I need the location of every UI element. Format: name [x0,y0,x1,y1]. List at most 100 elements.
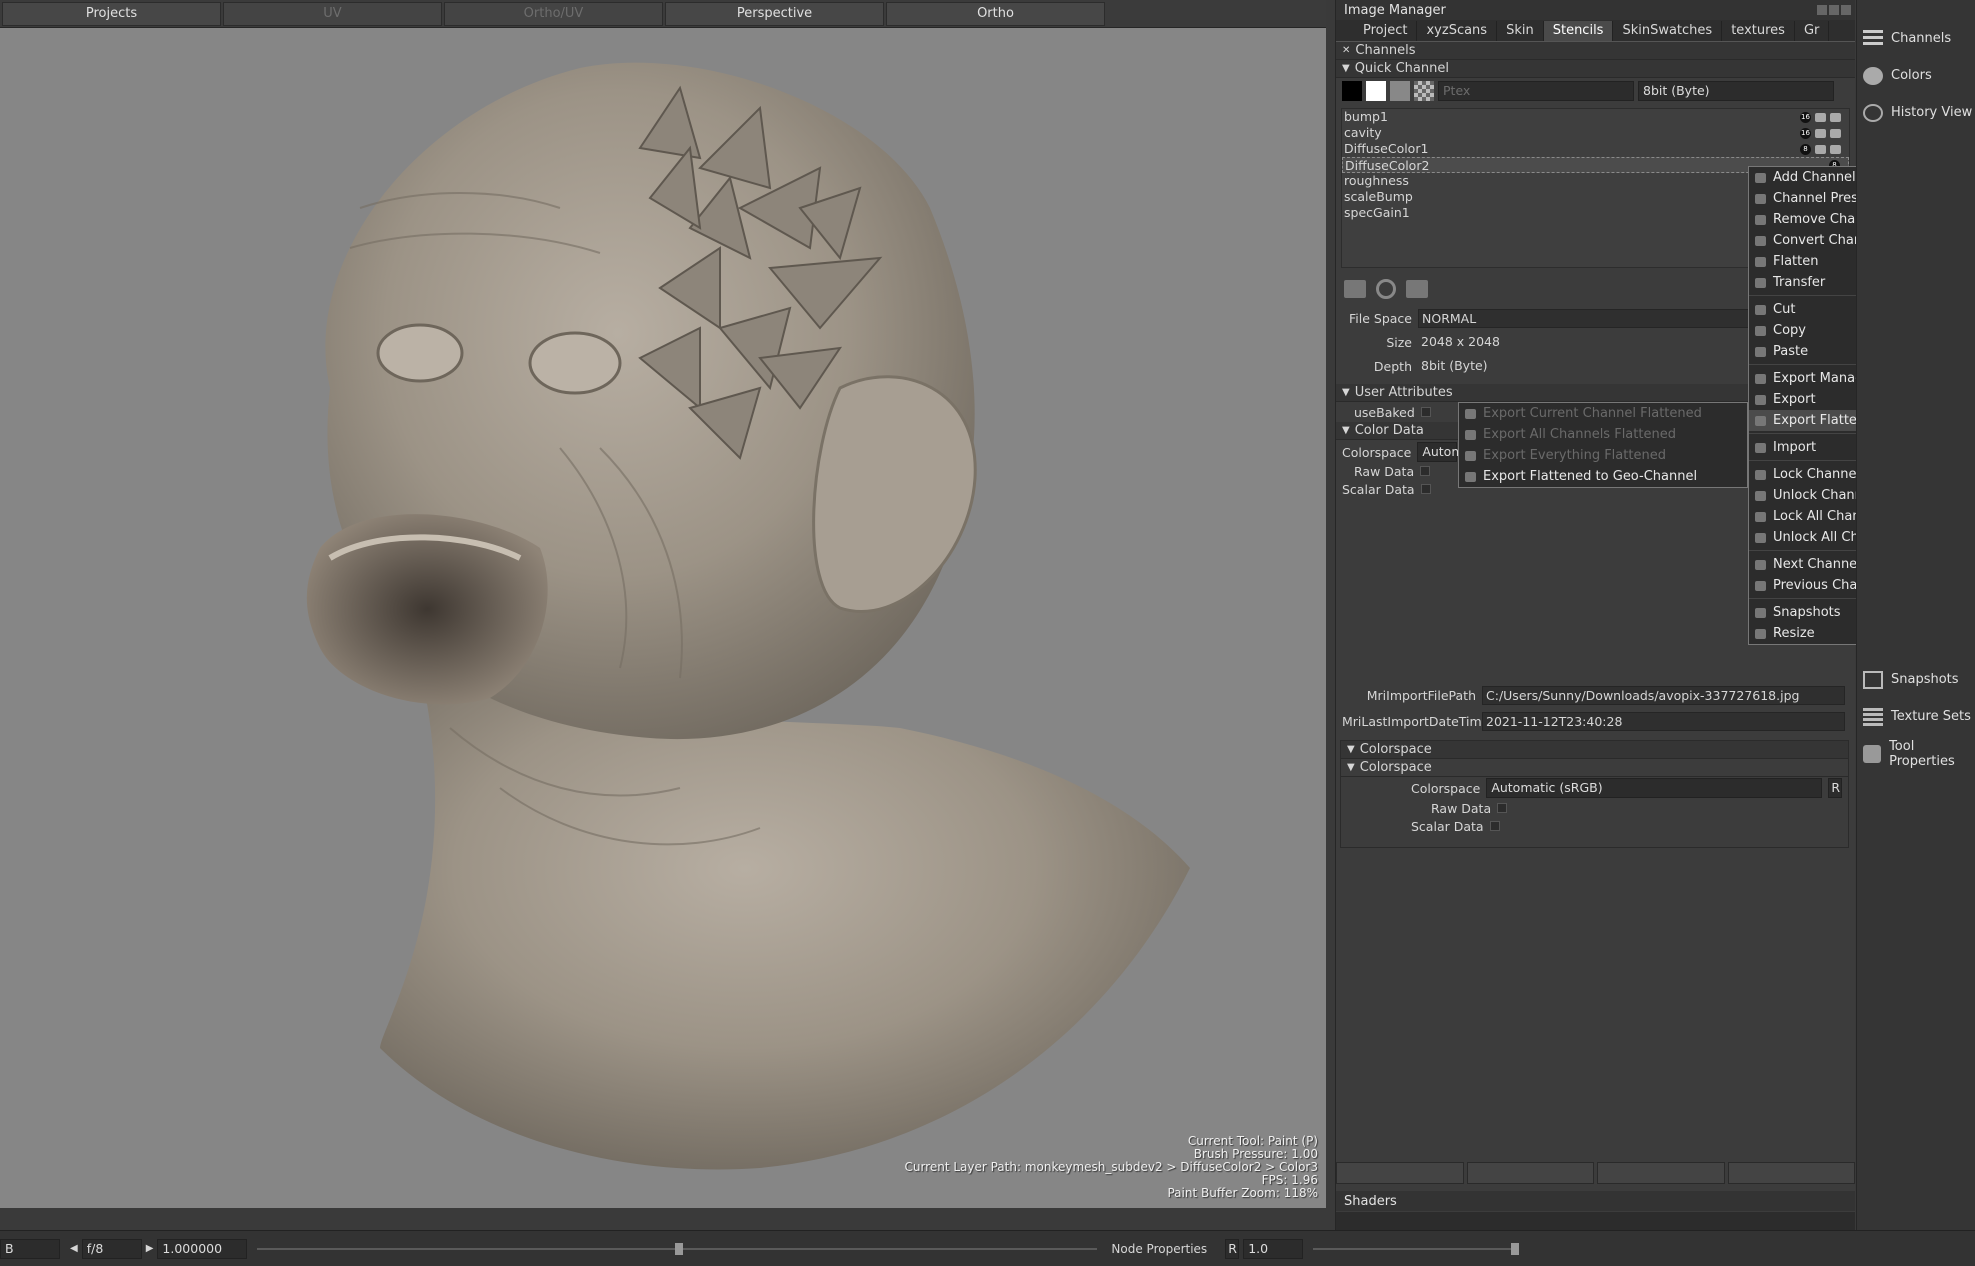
3d-viewport[interactable]: Current Tool: Paint (P) Brush Pressure: … [0,28,1326,1208]
tab-projects[interactable]: Projects [2,1,221,26]
hud-layer-path: Current Layer Path: monkeymesh_subdev2 >… [904,1160,1318,1174]
resize-icon [1755,629,1766,639]
scalar-data-checkbox[interactable] [1420,484,1431,494]
tab-project[interactable]: Project [1354,21,1418,41]
shelf-channels[interactable]: Channels [1857,20,1975,57]
swatch-grey[interactable] [1390,81,1410,101]
node-properties-label: Node Properties [1111,1241,1208,1256]
close-icon[interactable] [1841,5,1851,15]
refresh-image-button[interactable] [1597,1162,1725,1184]
tab-perspective[interactable]: Perspective [665,1,884,26]
raw-data-checkbox-2[interactable] [1497,803,1508,813]
shelf-tool-properties[interactable]: Tool Properties [1857,735,1975,772]
tab-skinswatches[interactable]: SkinSwatches [1613,21,1723,41]
mri-time-field[interactable]: 2021-11-12T23:40:28 [1482,711,1845,731]
creature-bust-render [306,62,1190,1170]
import-icon [1755,443,1766,453]
image-manager-tabs: Project xyzScans Skin Stencils SkinSwatc… [1336,20,1855,42]
lock-icon [1830,112,1841,122]
raw-data-checkbox[interactable] [1420,466,1431,476]
prev-icon[interactable]: ◀ [70,1243,78,1254]
gamma-reset-button[interactable]: R [1225,1238,1240,1259]
tab-uv[interactable]: UV [223,1,442,26]
lock-all-channels-icon [1755,512,1766,522]
convert-channel-icon [1755,236,1766,246]
swatch-checker[interactable] [1414,81,1434,101]
depth-select[interactable]: 8bit (Byte) [1638,81,1834,101]
tab-textures[interactable]: textures [1722,21,1795,41]
add-channel-icon [1755,173,1766,183]
colorspace-select-short[interactable]: Automa [1417,442,1471,462]
export-manager-icon [1755,374,1766,384]
colorspace-sub-header[interactable]: ▼ Colorspace [1341,759,1848,777]
submenu-item-export-all-channels-flattened: Export All Channels Flattened [1459,424,1747,445]
lock-channel-icon [1755,470,1766,480]
history-icon [1863,103,1883,122]
channel-presets-icon [1755,194,1766,204]
float-icon[interactable] [1829,5,1839,15]
submenu-item-export-everything-flattened: Export Everything Flattened [1459,445,1747,466]
use-baked-checkbox[interactable] [1420,407,1431,417]
submenu-item-export-current-channel-flattened: Export Current Channel Flattened [1459,403,1747,424]
right-shelf: Channels Colors History View Snapshots T… [1856,0,1975,1230]
tool-properties-icon [1863,744,1882,763]
convert-channel-icon[interactable] [1376,279,1396,299]
viewport-tabs: Projects UV Ortho/UV Perspective Ortho [0,0,1326,28]
exposure-field[interactable]: 1.000000 [157,1238,248,1259]
shelf-texture-sets[interactable]: Texture Sets [1857,698,1975,735]
tab-skin[interactable]: Skin [1497,21,1544,41]
export-icon [1465,409,1476,419]
texture-sets-icon [1863,707,1883,726]
list-item[interactable]: cavity 16 [1342,125,1849,141]
scalar-data-checkbox-2[interactable] [1489,821,1500,831]
next-channel-icon [1755,560,1766,570]
mri-path-field[interactable]: C:/Users/Sunny/Downloads/avopix-33772761… [1482,685,1845,705]
exposure-slider[interactable] [257,1242,1098,1255]
viewport-hud: Current Tool: Paint (P) Brush Pressure: … [904,1135,1318,1200]
add-channel-icon[interactable] [1344,280,1366,298]
previous-channel-icon [1755,581,1766,591]
lock-icon [1830,144,1841,154]
tab-gr[interactable]: Gr [1795,21,1830,41]
tab-xyzscans[interactable]: xyzScans [1417,21,1498,41]
snapshots-icon [1755,608,1766,618]
close-box-icon[interactable]: ✕ [1342,45,1350,56]
image-manager-button-bar [1336,1162,1855,1184]
channel-icon [1815,144,1826,154]
fstop-field[interactable]: f/8 [81,1238,142,1259]
tab-ortho[interactable]: Ortho [886,1,1105,26]
swatch-white[interactable] [1366,81,1386,101]
quick-channel-header[interactable]: ▼ Quick Channel [1336,60,1855,78]
gamma-field[interactable]: 1.0 [1243,1238,1304,1259]
shelf-colors[interactable]: Colors [1857,57,1975,94]
help-icon[interactable] [1817,5,1827,15]
tab-stencils[interactable]: Stencils [1543,21,1614,41]
shaders-titlebar[interactable]: Shaders [1336,1191,1855,1211]
import-image-button[interactable] [1336,1162,1464,1184]
list-item[interactable]: DiffuseColor1 8 [1342,141,1849,157]
remove-channel-icon[interactable] [1406,280,1428,298]
channels-icon [1863,29,1883,48]
channel-icon [1815,128,1826,138]
new-image-button[interactable] [1466,1162,1594,1184]
gamma-slider[interactable] [1313,1242,1520,1255]
colorspace-section-header[interactable]: ▼ Colorspace [1341,741,1848,759]
next-icon[interactable]: ▶ [146,1243,154,1254]
hud-zoom: Paint Buffer Zoom: 118% [1167,1186,1318,1200]
shelf-snapshots[interactable]: Snapshots [1857,661,1975,698]
shelf-history-view[interactable]: History View [1857,94,1975,131]
reset-button[interactable]: R [1828,778,1843,798]
ptex-select[interactable]: Ptex [1438,81,1634,101]
snapshots-icon [1863,670,1883,689]
export-flattened-icon [1755,416,1766,426]
bottom-bar: B ◀ f/8 ▶ 1.000000 Node Properties R 1.0 [0,1230,1975,1266]
export-flattened-submenu: Export Current Channel Flattened Export A… [1458,402,1748,488]
swatch-black[interactable] [1342,81,1362,101]
colorspace-select[interactable]: Automatic (sRGB) [1486,778,1823,798]
list-item[interactable]: bump1 16 [1342,109,1849,125]
delete-image-button[interactable] [1727,1162,1855,1184]
tab-ortho-uv[interactable]: Ortho/UV [444,1,663,26]
submenu-item-export-flattened-to-geo-channel[interactable]: Export Flattened to Geo-Channel [1459,466,1747,487]
paste-icon [1755,347,1766,357]
channel-select[interactable]: B [0,1238,60,1259]
